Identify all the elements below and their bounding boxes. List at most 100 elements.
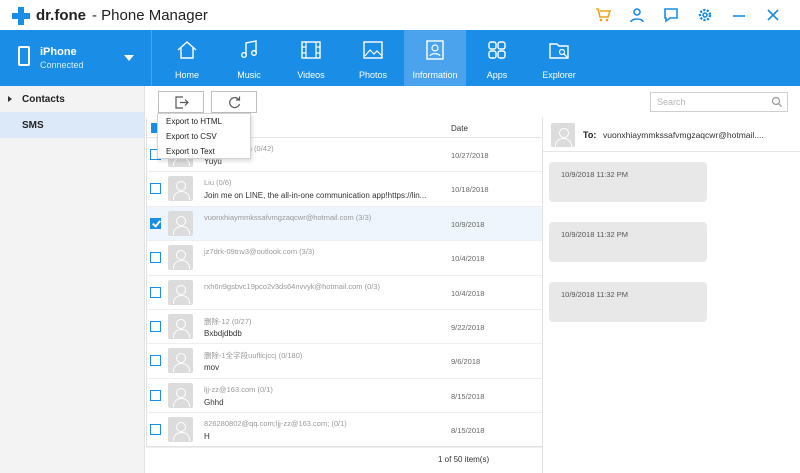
table-row[interactable]: rxh6n9gsbvc19pco2v3ds64nvvyk@hotmail.com… [147,276,542,310]
chevron-down-icon[interactable] [124,55,134,61]
tab-label: Music [237,70,261,80]
contact-name: 826280802@qq.com;ljj-zz@163.com; (0/1) [204,419,347,429]
tab-label: Apps [486,70,508,80]
message-time: 10/9/2018 11:32 PM [561,290,628,299]
message-date: 8/15/2018 [451,426,485,436]
apps-icon [488,41,506,59]
table-row[interactable]: 删除-1全字段uuflicjccj (0/180) mov 9/6/2018 [147,344,542,379]
message-time: 10/9/2018 11:32 PM [561,230,628,239]
device-selector[interactable]: iPhone Connected [0,30,152,86]
sidebar: Contacts SMS [0,86,145,473]
avatar [168,245,193,271]
avatar [168,176,193,202]
tab-photos[interactable]: Photos [342,30,404,86]
row-checkbox[interactable] [150,424,161,436]
search-input[interactable]: Search [650,92,788,112]
refresh-button[interactable] [211,91,257,113]
menu-item-export-csv[interactable]: Export to CSV [158,129,250,144]
app-brand: dr.fone [36,7,87,24]
minimize-icon[interactable] [730,6,748,24]
contact-name: Liu (0/6) [204,178,232,188]
tab-apps[interactable]: Apps [466,30,528,86]
row-checkbox[interactable] [150,252,161,264]
message-preview: mov [204,363,220,373]
close-icon[interactable] [764,6,782,24]
contact-name: jz7drk-09tnv3@outlook.com (3/3) [204,247,315,257]
avatar [168,313,193,339]
sidebar-item-label: Contacts [22,94,65,105]
cart-icon[interactable] [594,6,612,24]
export-icon [175,96,189,109]
tab-information[interactable]: Information [404,30,466,86]
tab-videos[interactable]: Videos [280,30,342,86]
tab-label: Videos [297,70,325,80]
export-button[interactable] [158,91,204,113]
contact-name: ljj-zz@163.com (0/1) [204,384,273,394]
sidebar-item-label: SMS [22,120,44,131]
tab-label: Explorer [542,70,576,80]
message-time: 10/9/2018 11:32 PM [561,170,628,179]
feedback-icon[interactable] [662,6,680,24]
message-date: 9/22/2018 [451,322,485,332]
search-icon[interactable] [771,96,783,108]
search-placeholder: Search [657,97,686,107]
date-column-header[interactable]: Date [451,124,468,133]
table-row[interactable]: ljj-zz@163.com (0/1) Ghhd 8/15/2018 [147,379,542,414]
tab-explorer[interactable]: Explorer [528,30,590,86]
export-dropdown-menu: Export to HTML Export to CSV Export to T… [157,113,251,159]
tab-music[interactable]: Music [218,30,280,86]
row-checkbox[interactable] [150,355,161,367]
row-checkbox[interactable] [150,217,161,229]
home-icon [177,41,197,59]
contact-name: 删除-1全字段uuflicjccj (0/180) [204,351,303,361]
message-date: 9/6/2018 [451,357,481,367]
table-row[interactable]: 删除-12 (0/27) Bxbdjdbdb 9/22/2018 [147,310,542,345]
message-date: 10/4/2018 [451,288,485,298]
settings-icon[interactable] [696,6,714,24]
recipient-address: vuonxhiaymmkssafvmgzaqcwr@hotmail.... [603,130,764,140]
message-bubble: 10/9/2018 11:32 PM [549,282,707,322]
photo-icon [363,41,383,59]
information-icon [426,40,444,60]
row-checkbox[interactable] [150,286,161,298]
sidebar-item-sms[interactable]: SMS [0,112,144,138]
table-row[interactable]: Liu (0/6) Join me on LINE, the all-in-one… [147,172,542,207]
phone-icon [18,46,30,66]
row-checkbox[interactable] [150,320,161,332]
app-title: - Phone Manager [92,7,208,24]
table-row[interactable]: jz7drk-09tnv3@outlook.com (3/3) 10/4/2018 [147,241,542,276]
message-preview: Ghhd [204,397,224,407]
message-date: 10/18/2018 [451,185,489,195]
refresh-icon [229,96,241,109]
avatar [168,382,193,408]
message-preview: Bxbdjdbdb [204,328,242,338]
avatar [168,279,193,305]
message-date: 10/27/2018 [451,151,489,160]
expand-arrow-icon[interactable] [8,96,12,102]
message-date: 10/4/2018 [451,254,485,264]
title-bar: dr.fone - Phone Manager [0,0,800,30]
message-list: Date ondershare.cn (0/42)Yuyu10/27/2018L… [146,118,542,448]
avatar [168,417,193,443]
message-date: 8/15/2018 [451,391,485,401]
row-checkbox[interactable] [150,389,161,401]
tab-home[interactable]: Home [156,30,218,86]
explorer-icon [549,43,569,59]
tab-label: Information [412,70,458,80]
row-checkbox[interactable] [150,183,161,195]
menu-item-export-text[interactable]: Export to Text [158,144,250,159]
video-icon [301,41,321,59]
conversation-panel: To: vuonxhiaymmkssafvmgzaqcwr@hotmail...… [542,118,800,473]
contact-name: vuonxhiaymmkssafvmgzaqcwr@hotmail.com (3… [204,212,372,222]
message-date: 10/9/2018 [451,219,485,229]
device-status: Connected [40,60,84,70]
avatar [168,210,193,236]
message-preview: Join me on LINE, the all-in-one communic… [204,191,427,201]
table-row[interactable]: vuonxhiaymmkssafvmgzaqcwr@hotmail.com (3… [147,206,542,242]
user-icon[interactable] [628,6,646,24]
tab-label: Home [174,70,199,80]
table-row[interactable]: 826280802@qq.com;ljj-zz@163.com; (0/1) H 8… [147,413,542,448]
menu-item-export-html[interactable]: Export to HTML [158,114,250,129]
sidebar-item-contacts[interactable]: Contacts [0,86,144,112]
top-nav: iPhone Connected Home Music Videos Photo… [0,30,800,86]
